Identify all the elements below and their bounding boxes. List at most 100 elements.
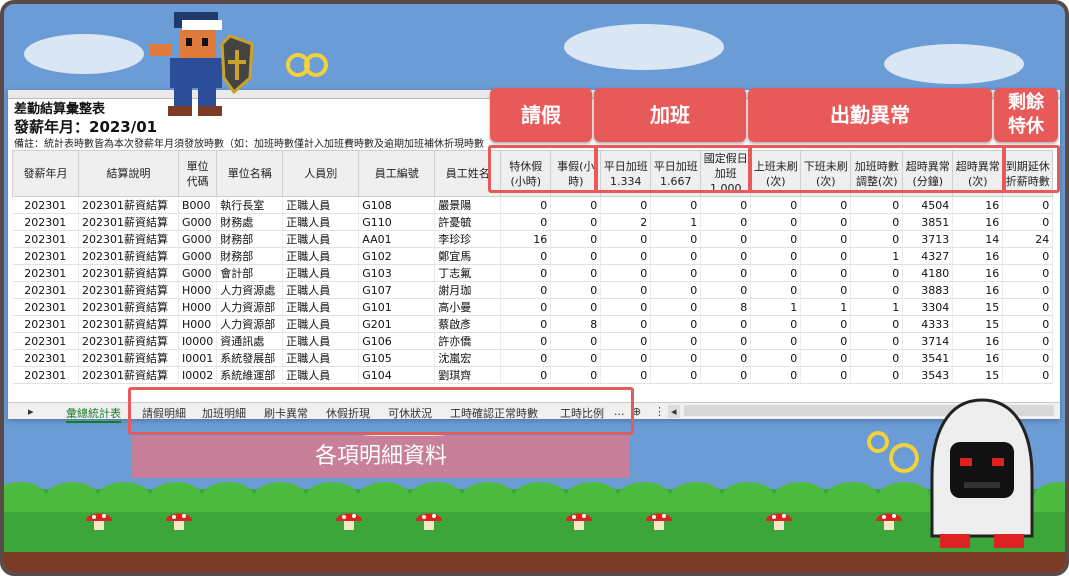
table-cell[interactable]: G103 [358,264,436,282]
table-cell[interactable]: 正職人員 [282,332,360,350]
table-cell[interactable]: 16 [952,281,1004,299]
table-cell[interactable]: 16 [952,213,1004,231]
table-cell[interactable]: 8 [700,298,752,316]
table-cell[interactable]: 正職人員 [282,213,360,231]
table-cell[interactable]: 人力資源處 [216,281,284,299]
table-cell[interactable]: 0 [550,196,602,214]
table-cell[interactable]: 202301薪資結算 [78,298,179,316]
table-cell[interactable]: 1 [850,298,904,316]
table-cell[interactable]: 0 [650,315,702,333]
table-cell[interactable]: 李珍珍 [434,230,502,248]
table-cell[interactable]: 0 [1002,196,1054,214]
table-row[interactable]: 202301 202301薪資結算 H000 人力資源部 正職人員 G201 蔡啟彥 0 8 0 0… [12,315,1054,333]
table-cell[interactable]: 0 [500,349,552,367]
table-cell[interactable]: H000 [178,281,218,299]
table-cell[interactable]: 202301 [12,196,79,214]
table-cell[interactable]: 4327 [902,247,954,265]
table-cell[interactable]: 0 [650,230,702,248]
table-cell[interactable]: 0 [800,349,852,367]
table-cell[interactable]: 202301薪資結算 [78,281,179,299]
table-cell[interactable]: 謝月珈 [434,281,502,299]
table-cell[interactable]: 丁志氟 [434,264,502,282]
table-cell[interactable]: 2 [600,213,652,231]
table-cell[interactable]: 0 [800,332,852,350]
table-cell[interactable]: I0002 [178,366,218,384]
table-cell[interactable]: G107 [358,281,436,299]
table-cell[interactable]: 3883 [902,281,954,299]
table-cell[interactable]: 202301薪資結算 [78,315,179,333]
table-cell[interactable]: 15 [952,366,1004,384]
table-cell[interactable]: 0 [700,230,752,248]
table-cell[interactable]: 1 [850,247,904,265]
table-cell[interactable]: 0 [750,196,802,214]
table-cell[interactable]: 0 [700,349,752,367]
table-cell[interactable]: 0 [750,366,802,384]
table-cell[interactable]: 0 [800,264,852,282]
table-cell[interactable]: 人力資源部 [216,315,284,333]
column-header[interactable]: 員工編號 [358,150,436,197]
table-cell[interactable]: 0 [500,247,552,265]
table-cell[interactable]: 202301 [12,315,79,333]
table-cell[interactable]: 0 [550,264,602,282]
table-cell[interactable]: 0 [550,298,602,316]
table-cell[interactable]: 0 [1002,247,1054,265]
table-cell[interactable]: 0 [500,213,552,231]
table-cell[interactable]: 0 [1002,349,1054,367]
table-cell[interactable]: 15 [952,298,1004,316]
table-cell[interactable]: 3713 [902,230,954,248]
table-cell[interactable]: 24 [1002,230,1054,248]
table-cell[interactable]: 0 [800,230,852,248]
table-cell[interactable]: 0 [850,332,904,350]
table-cell[interactable]: 0 [750,230,802,248]
column-header[interactable]: 單位名稱 [216,150,284,197]
table-cell[interactable]: 執行長室 [216,196,284,214]
table-cell[interactable]: 會計部 [216,264,284,282]
table-cell[interactable]: 0 [1002,315,1054,333]
table-row[interactable]: 202301 202301薪資結算 I0000 資通訊處 正職人員 G106 許亦僑 0 0 0 0… [12,332,1054,350]
table-cell[interactable]: 沈嵐宏 [434,349,502,367]
table-cell[interactable]: 正職人員 [282,196,360,214]
table-cell[interactable]: 0 [550,366,602,384]
table-cell[interactable]: 0 [850,281,904,299]
table-cell[interactable]: 0 [1002,281,1054,299]
table-cell[interactable]: 202301薪資結算 [78,213,179,231]
table-cell[interactable]: 0 [500,281,552,299]
table-cell[interactable]: 人力資源部 [216,298,284,316]
table-cell[interactable]: 鄭宜馬 [434,247,502,265]
table-cell[interactable]: 正職人員 [282,298,360,316]
table-cell[interactable]: 財務部 [216,230,284,248]
table-cell[interactable]: 0 [750,281,802,299]
table-cell[interactable]: 財務部 [216,247,284,265]
table-cell[interactable]: 正職人員 [282,264,360,282]
table-cell[interactable]: H000 [178,315,218,333]
table-cell[interactable]: 202301薪資結算 [78,230,179,248]
table-cell[interactable]: 1 [800,298,852,316]
table-cell[interactable]: 202301薪資結算 [78,196,179,214]
table-cell[interactable]: 系統發展部 [216,349,284,367]
column-header[interactable]: 結算說明 [78,150,179,197]
table-row[interactable]: 202301 202301薪資結算 I0002 系統維運部 正職人員 G104 劉琪齊 0 0 0… [12,366,1054,384]
table-cell[interactable]: 正職人員 [282,281,360,299]
table-cell[interactable]: 0 [550,247,602,265]
table-cell[interactable]: 0 [750,332,802,350]
table-cell[interactable]: 0 [700,264,752,282]
table-cell[interactable]: 0 [650,298,702,316]
table-cell[interactable]: 16 [952,264,1004,282]
table-cell[interactable]: G101 [358,298,436,316]
table-cell[interactable]: G105 [358,349,436,367]
table-cell[interactable]: 202301 [12,264,79,282]
table-cell[interactable]: G000 [178,247,218,265]
table-cell[interactable]: 202301 [12,366,79,384]
table-cell[interactable]: 0 [600,298,652,316]
table-cell[interactable]: 0 [1002,298,1054,316]
table-cell[interactable]: 0 [600,281,652,299]
more-options-icon[interactable]: ⋮ [654,405,665,418]
table-cell[interactable]: 0 [1002,213,1054,231]
table-row[interactable]: 202301 202301薪資結算 G000 財務部 正職人員 G102 鄭宜馬 0 0 0 0 0 0… [12,247,1054,265]
table-cell[interactable]: G106 [358,332,436,350]
table-cell[interactable]: 資通訊處 [216,332,284,350]
table-cell[interactable]: 3714 [902,332,954,350]
table-cell[interactable]: G201 [358,315,436,333]
table-cell[interactable]: 0 [650,281,702,299]
table-cell[interactable]: 財務處 [216,213,284,231]
